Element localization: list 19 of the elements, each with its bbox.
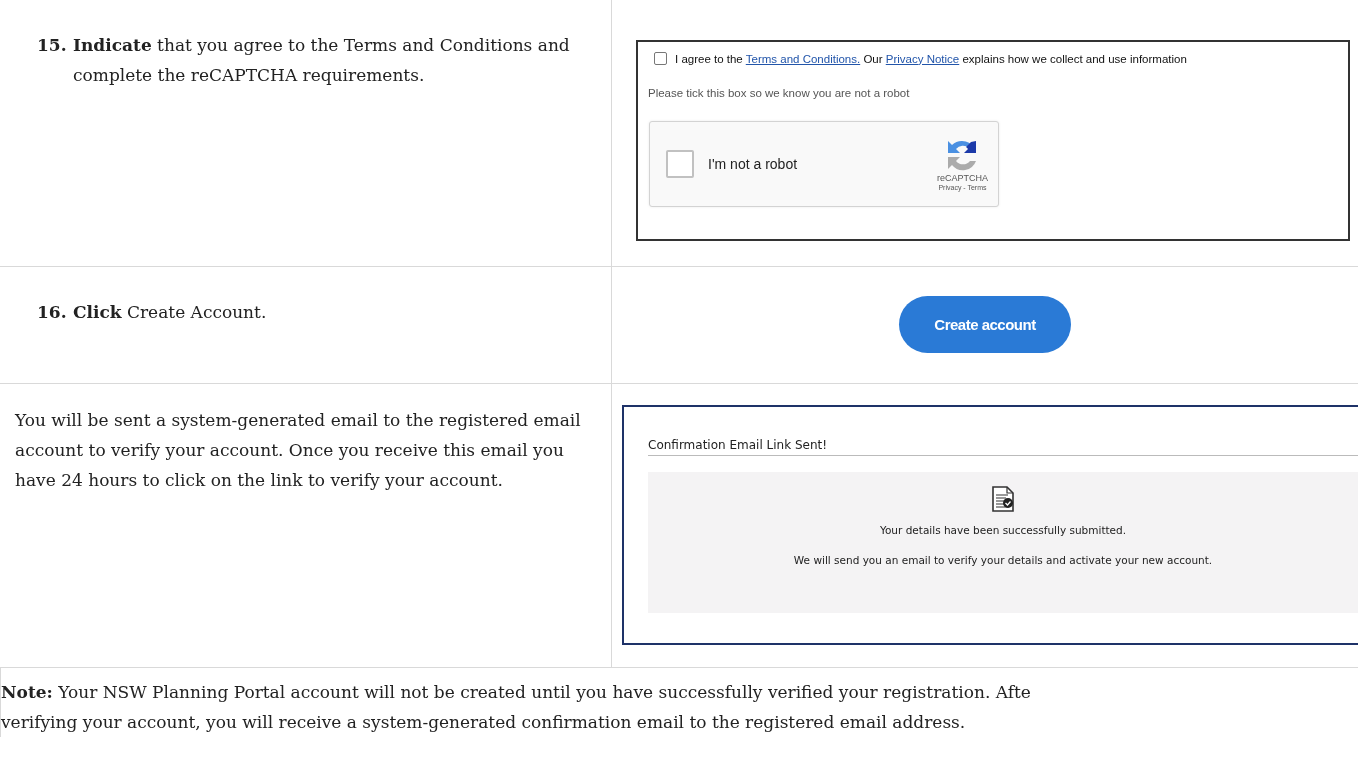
step-instruction: Click Create Account. — [73, 301, 267, 324]
instruction-text: You will be sent a system-generated email to the registered email account to verify your account. Once you receive this email you have 24 hours to click on the link to verify your account. — [13, 409, 582, 492]
terms-checkbox[interactable] — [654, 52, 667, 65]
confirmation-title: Confirmation Email Link Sent! — [648, 438, 1358, 456]
step-number: 16. — [37, 301, 68, 324]
privacy-link[interactable]: Privacy Notice — [885, 52, 960, 65]
captcha-label: I'm not a robot — [708, 156, 799, 172]
step-instruction: Indicate that you agree to the Terms and Conditions and complete the reCAPTCHA requirements. — [73, 34, 571, 87]
recaptcha-brand: reCAPTCHA — [937, 172, 988, 183]
create-account-button[interactable]: Create account — [899, 296, 1071, 353]
note-text: Note: Your NSW Planning Portal account will not be created until you have successfully verified your registration. Afte verifying your account, you will receive a system-generated confirmation email to the registered email address. — [0, 668, 1358, 737]
success-message: Your details have been successfully submitted. — [879, 524, 1127, 536]
terms-link[interactable]: Terms and Conditions. — [745, 52, 861, 65]
captcha-hint: Please tick this box so we know you are not a robot — [648, 87, 911, 99]
captcha-checkbox[interactable] — [666, 150, 694, 178]
verification-message: We will send you an email to verify your details and activate your new account. — [793, 554, 1213, 566]
terms-agreement-text: I agree to the Terms and Conditions. Our Privacy Notice explains how we collect and use information — [675, 52, 1187, 65]
step-number: 15. — [37, 34, 68, 57]
document-check-icon — [992, 486, 1014, 512]
